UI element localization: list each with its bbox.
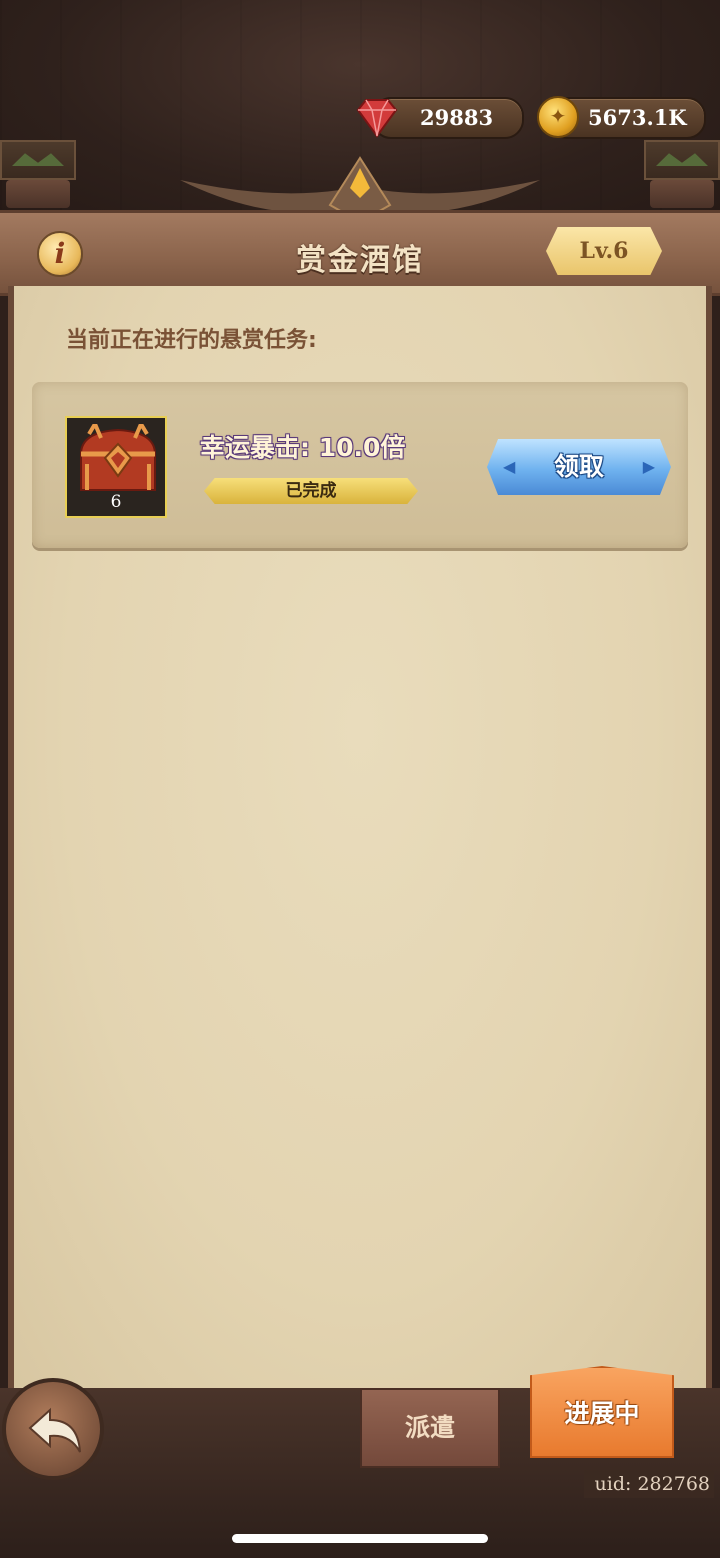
tab-in-progress[interactable]: 进展中	[530, 1366, 674, 1458]
reward-chest-slot[interactable]: 6	[65, 416, 167, 518]
home-indicator[interactable]	[232, 1534, 488, 1543]
bounty-name: 幸运暴击: 10.0倍	[200, 433, 406, 462]
header-bar: i 赏金酒馆 Lv.6	[0, 210, 720, 296]
active-bounties-label: 当前正在进行的悬赏任务:	[66, 328, 317, 353]
left-pillar-ornament	[0, 140, 76, 210]
back-button[interactable]	[2, 1378, 104, 1480]
gold-amount: 5673.1K	[588, 105, 687, 130]
back-arrow-icon	[28, 1407, 81, 1453]
gold-coin-icon	[537, 96, 579, 138]
status-badge: 已完成	[204, 478, 418, 504]
treasure-chest-icon	[80, 424, 156, 491]
gem-icon	[356, 99, 398, 138]
level-badge: Lv.6	[546, 227, 662, 275]
chest-count: 6	[110, 492, 122, 512]
uid-label: uid: 282768	[584, 1470, 714, 1498]
right-pillar-ornament	[644, 140, 720, 210]
claim-button[interactable]: 领取	[487, 439, 671, 495]
gem-amount: 29883	[420, 105, 494, 130]
tab-dispatch[interactable]: 派遣	[360, 1388, 500, 1468]
